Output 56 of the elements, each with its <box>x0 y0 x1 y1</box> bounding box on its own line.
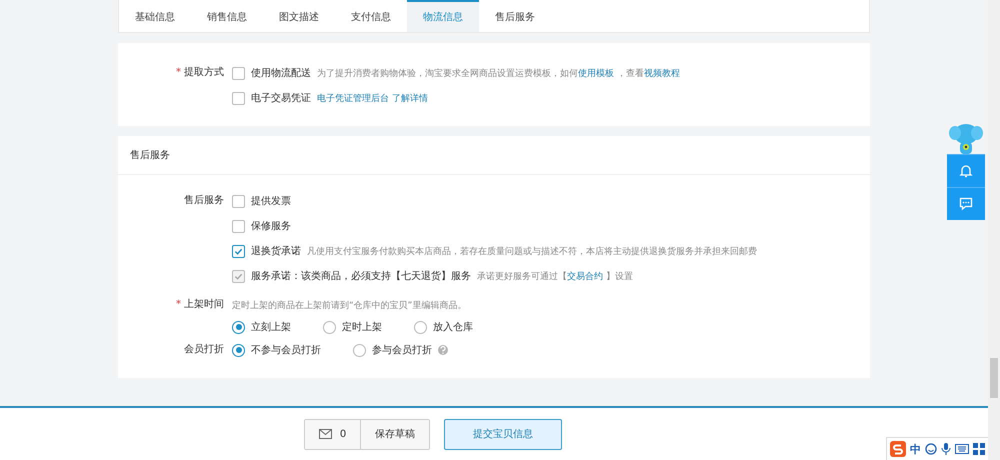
ime-language[interactable]: 中 <box>910 442 921 456</box>
radio-label: 参与会员打折 <box>372 344 432 357</box>
section-title: 售后服务 <box>118 136 870 175</box>
help-link[interactable]: 视频教程 <box>644 66 680 80</box>
checkbox[interactable] <box>232 244 245 258</box>
scrollbar[interactable] <box>988 0 1000 460</box>
checkmark-icon <box>234 272 243 280</box>
radio-label: 不参与会员打折 <box>251 344 321 357</box>
field-label: 会员打折 <box>183 342 224 357</box>
checkbox[interactable] <box>232 194 245 208</box>
submit-button[interactable]: 提交宝贝信息 <box>444 418 562 450</box>
checkbox-label: 使用物流配送 <box>251 66 311 80</box>
checkbox-label: 电子交易凭证 <box>251 92 311 105</box>
tab[interactable]: 物流信息 <box>407 0 479 32</box>
radio-button[interactable] <box>232 344 245 356</box>
hint-text: 定时上架的商品在上架前请到“仓库中的宝贝”里编辑商品。 <box>232 300 466 312</box>
message-button[interactable]: 0 <box>304 420 362 448</box>
checkbox[interactable] <box>232 92 245 104</box>
smiley-icon <box>925 443 937 455</box>
chat-button[interactable] <box>947 187 985 220</box>
checkbox[interactable] <box>232 66 245 80</box>
ime-logo-icon <box>890 441 906 457</box>
field-label: * 提取方式 <box>175 66 224 80</box>
radio-label: 立刻上架 <box>251 320 291 334</box>
bell-icon <box>959 164 973 178</box>
microphone-icon <box>941 443 951 455</box>
help-icon[interactable] <box>438 345 448 355</box>
keyboard-icon <box>955 444 969 454</box>
hint-text: ，查看 <box>617 68 644 80</box>
radio-label: 定时上架 <box>342 320 382 334</box>
help-link[interactable]: 使用模板 <box>578 66 614 80</box>
notification-button[interactable] <box>947 154 985 187</box>
checkbox-label: 保修服务 <box>251 220 291 233</box>
hint-text: 为了提升消费者购物体验，淘宝要求全网商品设置运费模板，如何 <box>317 68 578 80</box>
radio-button[interactable] <box>323 320 336 334</box>
radio-button[interactable] <box>353 344 366 356</box>
checkbox-label: 退换货承诺 <box>251 244 301 258</box>
hint-text: 承诺更好服务可通过【 <box>477 270 567 282</box>
radio-button[interactable] <box>232 320 245 334</box>
hint-text: 】设置 <box>606 270 633 282</box>
help-link[interactable]: 了解详情 <box>392 92 428 104</box>
checkbox-label: 提供发票 <box>251 195 291 208</box>
elephant-mascot-icon <box>948 122 984 154</box>
radio-label: 放入仓库 <box>433 320 473 334</box>
field-label: * 上架时间 <box>175 298 224 312</box>
checkbox[interactable] <box>232 220 245 232</box>
grid-icon <box>973 443 985 455</box>
field-label: 售后服务 <box>183 194 224 208</box>
checkmark-icon <box>234 246 243 256</box>
radio-button[interactable] <box>414 320 427 334</box>
help-link[interactable]: 电子凭证管理后台 <box>317 92 389 104</box>
save-draft-button[interactable]: 保存草稿 <box>361 420 430 448</box>
chat-icon <box>959 197 973 211</box>
checkbox-label: 服务承诺：该类商品，必须支持【七天退货】服务 <box>251 270 471 283</box>
hint-text: 凡使用支付宝服务付款购买本店商品，若存在质量问题或与描述不符，本店将主动提供退换货服务并承担来回邮费 <box>307 246 757 258</box>
envelope-icon <box>318 429 332 439</box>
